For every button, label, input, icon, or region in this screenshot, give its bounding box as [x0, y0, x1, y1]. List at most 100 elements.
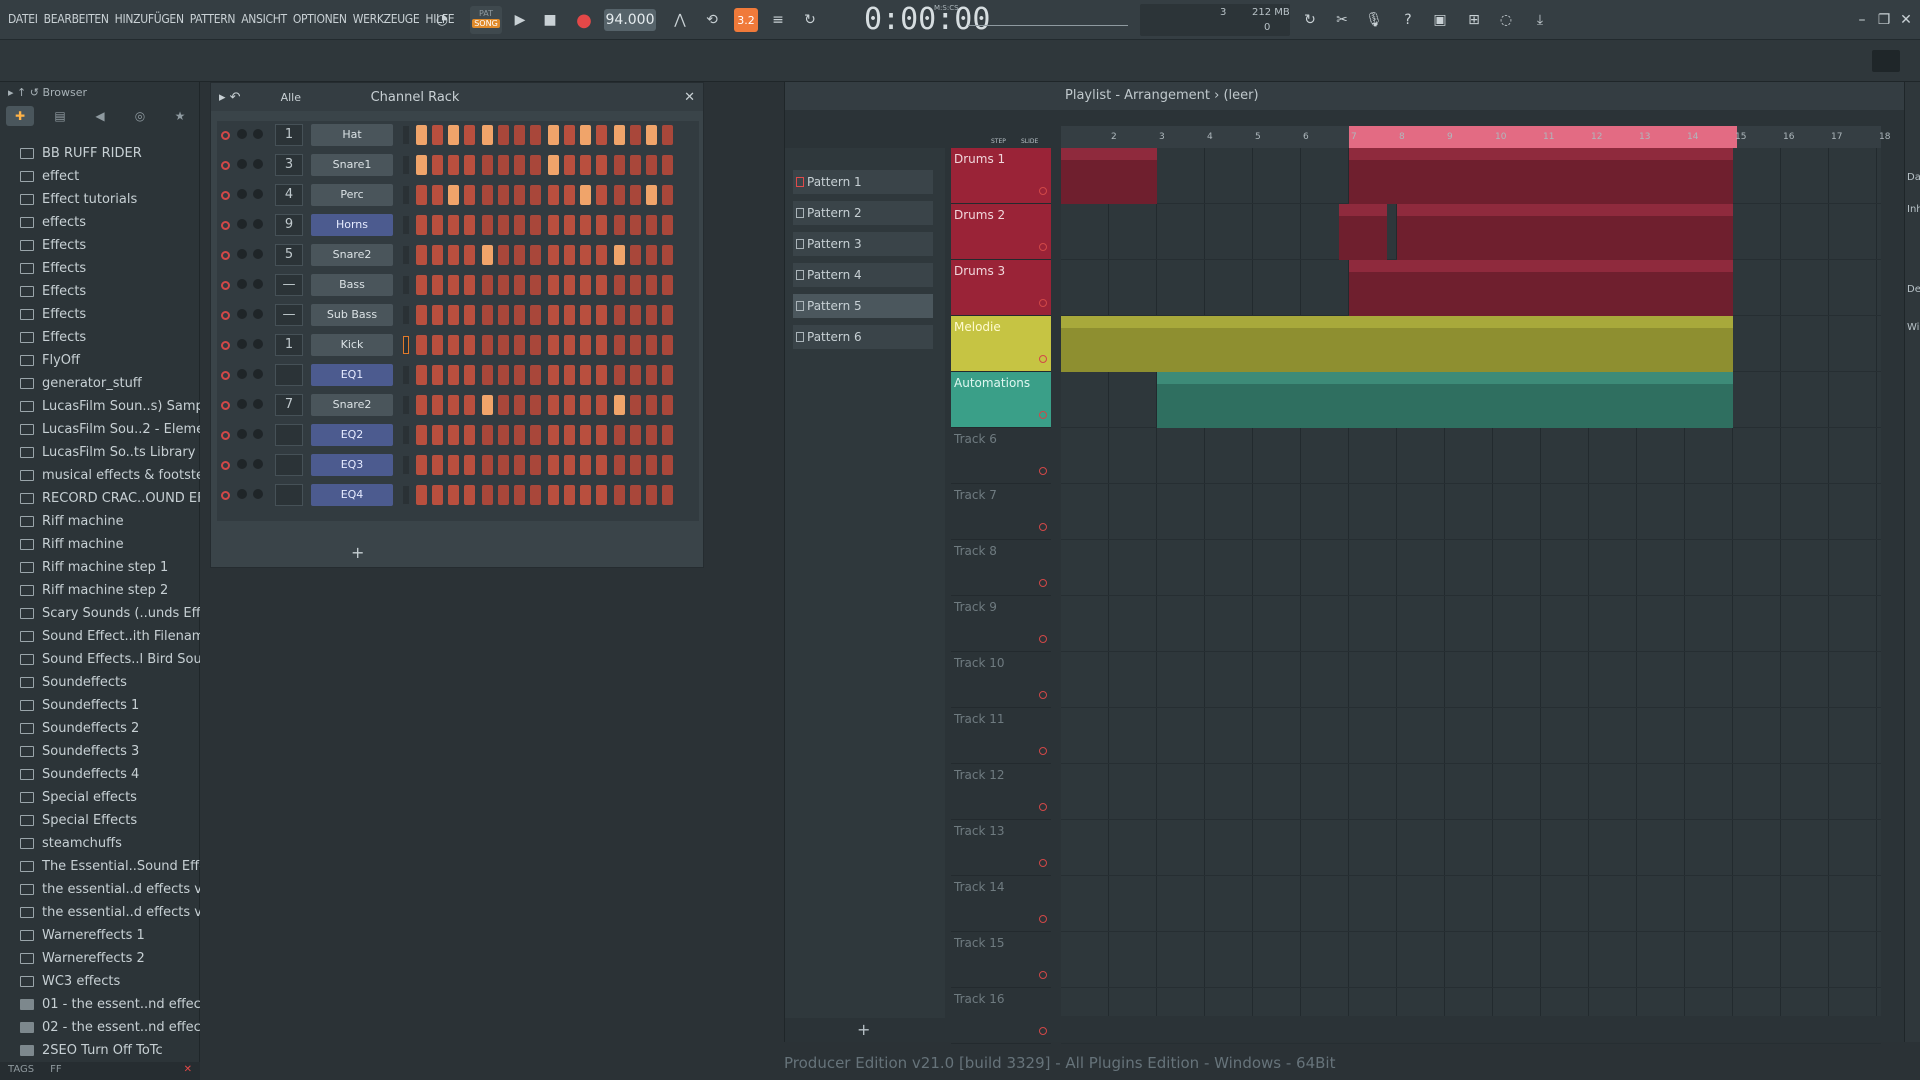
step-button[interactable]	[662, 155, 673, 175]
track-mute-led[interactable]	[1039, 355, 1047, 363]
browser-folder[interactable]: Effects	[14, 257, 200, 280]
playlist-clip[interactable]: Pa..n 1	[1589, 148, 1637, 204]
step-button[interactable]	[416, 125, 427, 145]
channel-name-button[interactable]: Sub Bass	[311, 304, 393, 326]
browser-close-icon[interactable]: ✕	[184, 1064, 192, 1078]
step-button[interactable]	[564, 155, 575, 175]
step-button[interactable]	[564, 245, 575, 265]
step-button[interactable]	[630, 365, 641, 385]
step-button[interactable]	[614, 185, 625, 205]
channel-mute-led[interactable]	[221, 491, 230, 500]
browser-tab-audio-icon[interactable]: ◀	[86, 106, 114, 126]
step-button[interactable]	[662, 125, 673, 145]
playlist-clip[interactable]: Pa..n 1	[1541, 148, 1589, 204]
step-button[interactable]	[530, 395, 541, 415]
timeline-ruler[interactable]: 2 3 4 5 6 7 8 9 10 11 12 13 14 15 16 17 18	[1061, 126, 1890, 148]
step-button[interactable]	[662, 305, 673, 325]
track-mute-led[interactable]	[1039, 859, 1047, 867]
playlist-clip[interactable]: Pa..n 4	[1541, 204, 1589, 260]
step-button[interactable]	[530, 485, 541, 505]
step-button[interactable]	[596, 185, 607, 205]
channel-select[interactable]	[403, 366, 409, 384]
rack-menu-icon[interactable]: ▸ ↶	[219, 90, 241, 105]
track-header[interactable]: Track 15	[951, 932, 1051, 988]
step-button[interactable]	[596, 365, 607, 385]
browser-folder[interactable]: BB RUFF RIDER	[14, 142, 200, 165]
playlist-clip[interactable]: Pa..n 4	[1685, 204, 1733, 260]
step-button[interactable]	[646, 395, 657, 415]
step-button[interactable]	[482, 335, 493, 355]
playlist-clip[interactable]: EQ1	[1397, 372, 1445, 428]
step-button[interactable]	[614, 125, 625, 145]
step-button[interactable]	[630, 215, 641, 235]
playlist-clip[interactable]: EQ1	[1541, 372, 1589, 428]
step-button[interactable]	[630, 485, 641, 505]
step-button[interactable]	[530, 155, 541, 175]
channel-volume-knob[interactable]	[253, 309, 263, 319]
step-button[interactable]	[548, 305, 559, 325]
channel-pan-knob[interactable]	[237, 159, 247, 169]
browser-folder[interactable]: Warnereffects 2	[14, 947, 200, 970]
step-button[interactable]	[548, 395, 559, 415]
step-button[interactable]	[448, 215, 459, 235]
step-button[interactable]	[448, 185, 459, 205]
playlist-clip[interactable]: Pa..n 1	[1349, 148, 1397, 204]
pattern-item[interactable]: Pattern 1	[793, 170, 933, 194]
channel-select[interactable]	[403, 336, 409, 354]
browser-folder[interactable]: LucasFilm Sou..2 - Elements	[14, 418, 200, 441]
channel-mixer-track[interactable]	[275, 454, 303, 476]
playlist-clip[interactable]: Pa..n 1	[1637, 148, 1685, 204]
step-button[interactable]	[580, 215, 591, 235]
track-lane[interactable]	[1061, 596, 1881, 652]
channel-volume-knob[interactable]	[253, 189, 263, 199]
track-lane[interactable]	[1061, 708, 1881, 764]
step-button[interactable]	[432, 305, 443, 325]
step-button[interactable]	[662, 245, 673, 265]
channel-pan-knob[interactable]	[237, 249, 247, 259]
channel-select[interactable]	[403, 216, 409, 234]
step-button[interactable]	[564, 425, 575, 445]
step-button[interactable]	[564, 215, 575, 235]
menu-datei[interactable]: DATEI	[8, 12, 38, 26]
step-button[interactable]	[416, 425, 427, 445]
step-button[interactable]	[482, 365, 493, 385]
playlist-clip[interactable]: Pattern 2	[1061, 316, 1157, 372]
step-button[interactable]	[548, 365, 559, 385]
browser-folder[interactable]: effect	[14, 165, 200, 188]
step-button[interactable]	[548, 425, 559, 445]
step-button[interactable]	[498, 275, 509, 295]
step-button[interactable]	[646, 155, 657, 175]
channel-name-button[interactable]: Snare2	[311, 394, 393, 416]
step-button[interactable]	[530, 245, 541, 265]
track-lane[interactable]	[1061, 428, 1881, 484]
step-button[interactable]	[548, 455, 559, 475]
browser-folder[interactable]: Soundeffects 1	[14, 694, 200, 717]
channel-select[interactable]	[403, 156, 409, 174]
channel-mixer-track[interactable]	[275, 484, 303, 506]
browser-folder[interactable]: WC3 effects	[14, 970, 200, 993]
step-button[interactable]	[630, 395, 641, 415]
tags-label[interactable]: TAGS	[8, 1064, 34, 1078]
browser-folder[interactable]: LucasFilm So..ts Library CD3	[14, 441, 200, 464]
step-button[interactable]	[630, 275, 641, 295]
step-button[interactable]	[630, 425, 641, 445]
step-button[interactable]	[448, 425, 459, 445]
step-button[interactable]	[646, 365, 657, 385]
playlist-clip[interactable]: Pattern 3	[1157, 316, 1349, 372]
playlist-clip[interactable]: Pattern 3	[1541, 316, 1733, 372]
step-button[interactable]	[514, 245, 525, 265]
playlist-clip[interactable]: Pattern 5	[1541, 260, 1637, 316]
channel-pan-knob[interactable]	[237, 459, 247, 469]
step-button[interactable]	[464, 335, 475, 355]
rack-close-icon[interactable]: ✕	[684, 90, 695, 105]
step-button[interactable]	[530, 305, 541, 325]
step-button[interactable]	[614, 365, 625, 385]
step-button[interactable]	[630, 245, 641, 265]
step-button[interactable]	[614, 485, 625, 505]
step-button[interactable]	[416, 155, 427, 175]
track-lane[interactable]	[1061, 876, 1881, 932]
browser-folder[interactable]: Sound Effects..l Bird Sounds	[14, 648, 200, 671]
channel-pan-knob[interactable]	[237, 369, 247, 379]
step-button[interactable]	[416, 365, 427, 385]
step-button[interactable]	[646, 185, 657, 205]
